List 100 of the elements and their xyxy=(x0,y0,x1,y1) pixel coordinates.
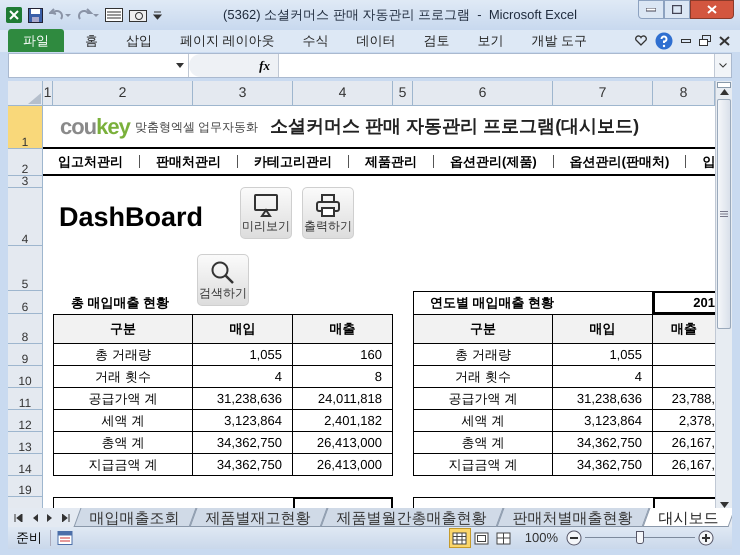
menu-link[interactable]: 입고처관리 xyxy=(58,152,123,172)
maximize-button[interactable] xyxy=(664,0,690,19)
heart-icon[interactable] xyxy=(635,35,647,46)
table-cell: 지급금액 계 xyxy=(413,454,553,476)
sheet-tab[interactable]: 제품별월간총매출현황 xyxy=(320,508,504,527)
table-cell: 공급가액 계 xyxy=(53,388,193,410)
pagebreak-view-icon xyxy=(495,530,512,546)
menu-link[interactable]: 판매처관리 xyxy=(156,152,221,172)
minimize-icon xyxy=(646,8,656,12)
search-icon xyxy=(210,260,236,285)
column-heading: 구분 xyxy=(413,314,553,344)
printer-icon xyxy=(315,193,341,218)
table-cell: 총 거래량 xyxy=(53,344,193,366)
scroll-thumb[interactable] xyxy=(717,99,731,329)
ribbon-tab[interactable]: 페이지 레이아웃 xyxy=(169,29,286,52)
menu-link[interactable]: 옵션관리(제품) xyxy=(450,152,537,172)
column-header[interactable]: 5 xyxy=(393,81,413,105)
zoom-in-icon[interactable] xyxy=(698,530,714,546)
close-icon[interactable] xyxy=(719,36,730,46)
help-icon[interactable] xyxy=(655,32,673,50)
ribbon-tab[interactable]: 데이터 xyxy=(346,29,407,52)
row-header[interactable]: 4 xyxy=(8,188,43,246)
minimize-button[interactable] xyxy=(638,0,664,19)
file-tab[interactable]: 파일 xyxy=(8,29,64,52)
menu-link[interactable]: 카테고리관리 xyxy=(254,152,332,172)
menu-link[interactable]: 제품관리 xyxy=(365,152,417,172)
minimize-icon[interactable] xyxy=(681,38,691,42)
table-cell: 4 xyxy=(193,366,293,388)
row-header[interactable]: 3 xyxy=(8,176,43,188)
zoom-slider[interactable] xyxy=(585,531,695,545)
table-cell: 지급금액 계 xyxy=(53,454,193,476)
ribbon-tab[interactable]: 수식 xyxy=(292,29,340,52)
row-header[interactable]: 11 xyxy=(8,388,43,410)
table-cell: 1,055 xyxy=(193,344,293,366)
menu-link[interactable]: 옵션관리(판매처) xyxy=(570,152,670,172)
column-header[interactable]: 1 xyxy=(43,81,53,105)
zoom-out-icon[interactable] xyxy=(566,530,582,546)
last-sheet-icon[interactable] xyxy=(62,514,71,522)
ribbon-tab[interactable]: 홈 xyxy=(74,29,109,52)
restore-icon[interactable] xyxy=(699,35,711,46)
zoom-slider-thumb[interactable] xyxy=(636,531,644,544)
row-header[interactable]: 6 xyxy=(8,291,43,314)
sheet-tab[interactable]: 매입매출조회 xyxy=(74,508,196,527)
close-icon xyxy=(707,5,717,14)
table-cell: 공급가액 계 xyxy=(413,388,553,410)
row-header[interactable]: 8 xyxy=(8,314,43,344)
customize-dropdown-icon[interactable] xyxy=(153,9,162,21)
column-heading: 매출 xyxy=(653,314,715,344)
row-header[interactable]: 13 xyxy=(8,432,43,454)
vertical-scrollbar[interactable] xyxy=(715,81,732,508)
column-heading: 구분 xyxy=(53,314,193,344)
table-cell: 총액 계 xyxy=(413,432,553,454)
status-text: 준비 xyxy=(8,530,51,546)
column-header[interactable]: 4 xyxy=(293,81,393,105)
sheet-tab[interactable]: 대시보드 xyxy=(642,508,732,527)
column-header[interactable]: 7 xyxy=(553,81,653,105)
close-button[interactable] xyxy=(690,0,734,19)
first-sheet-icon[interactable] xyxy=(14,514,23,522)
logo-tagline: 맞춤형엑셀 업무자동화 xyxy=(134,118,258,136)
zoom-level: 100% xyxy=(524,529,558,548)
maximize-icon xyxy=(672,5,682,14)
sheet-tab[interactable]: 판매처별매출현황 xyxy=(496,508,650,527)
ribbon-tab[interactable]: 검토 xyxy=(412,29,461,52)
menu-link[interactable]: 입 xyxy=(702,152,715,172)
table-cell: 1,055 xyxy=(553,344,653,366)
form-icon[interactable] xyxy=(105,8,123,22)
row-header[interactable]: 14 xyxy=(8,454,43,476)
column-header[interactable]: 2 xyxy=(53,81,193,105)
row-header[interactable]: 2 xyxy=(8,149,43,176)
split-handle-icon[interactable] xyxy=(717,81,731,89)
table-cell: 3,123,864 xyxy=(553,410,653,432)
column-header[interactable]: 6 xyxy=(413,81,553,105)
scroll-up-icon[interactable] xyxy=(720,89,728,95)
camera-icon[interactable] xyxy=(129,8,147,22)
row-header[interactable]: 12 xyxy=(8,410,43,432)
table-cell: 8 xyxy=(293,366,393,388)
sheet-tab[interactable]: 제품별재고현황 xyxy=(190,508,328,527)
column-heading: 매출 xyxy=(293,314,393,344)
normal-view-button[interactable] xyxy=(448,528,471,548)
corner-triangle-icon xyxy=(28,93,42,105)
table-cell: 2,401,182 xyxy=(293,410,393,432)
table-cell: 34,362,750 xyxy=(553,432,653,454)
search-button[interactable]: 검색하기 xyxy=(197,254,249,306)
ribbon-tab[interactable]: 개발 도구 xyxy=(520,29,598,52)
table-cell: 34,362,750 xyxy=(193,432,293,454)
ribbon-tab[interactable]: 삽입 xyxy=(115,29,163,52)
row-header[interactable]: 19 xyxy=(8,476,43,497)
row-header[interactable]: 9 xyxy=(8,344,43,366)
column-header[interactable]: 3 xyxy=(193,81,293,105)
row-header[interactable]: 10 xyxy=(8,366,43,388)
table-cell: 거래 횟수 xyxy=(53,366,193,388)
printer-button[interactable]: 출력하기 xyxy=(302,187,354,239)
table-cell: 31,238,636 xyxy=(193,388,293,410)
monitor-button[interactable]: 미리보기 xyxy=(240,187,292,239)
save-icon[interactable] xyxy=(28,8,43,22)
ribbon-tab[interactable]: 보기 xyxy=(466,29,515,52)
table-cell: 24,011,818 xyxy=(293,388,393,410)
table-cell: 총액 계 xyxy=(53,432,193,454)
row-header[interactable]: 5 xyxy=(8,246,43,291)
row-header[interactable]: 1 xyxy=(8,106,43,149)
